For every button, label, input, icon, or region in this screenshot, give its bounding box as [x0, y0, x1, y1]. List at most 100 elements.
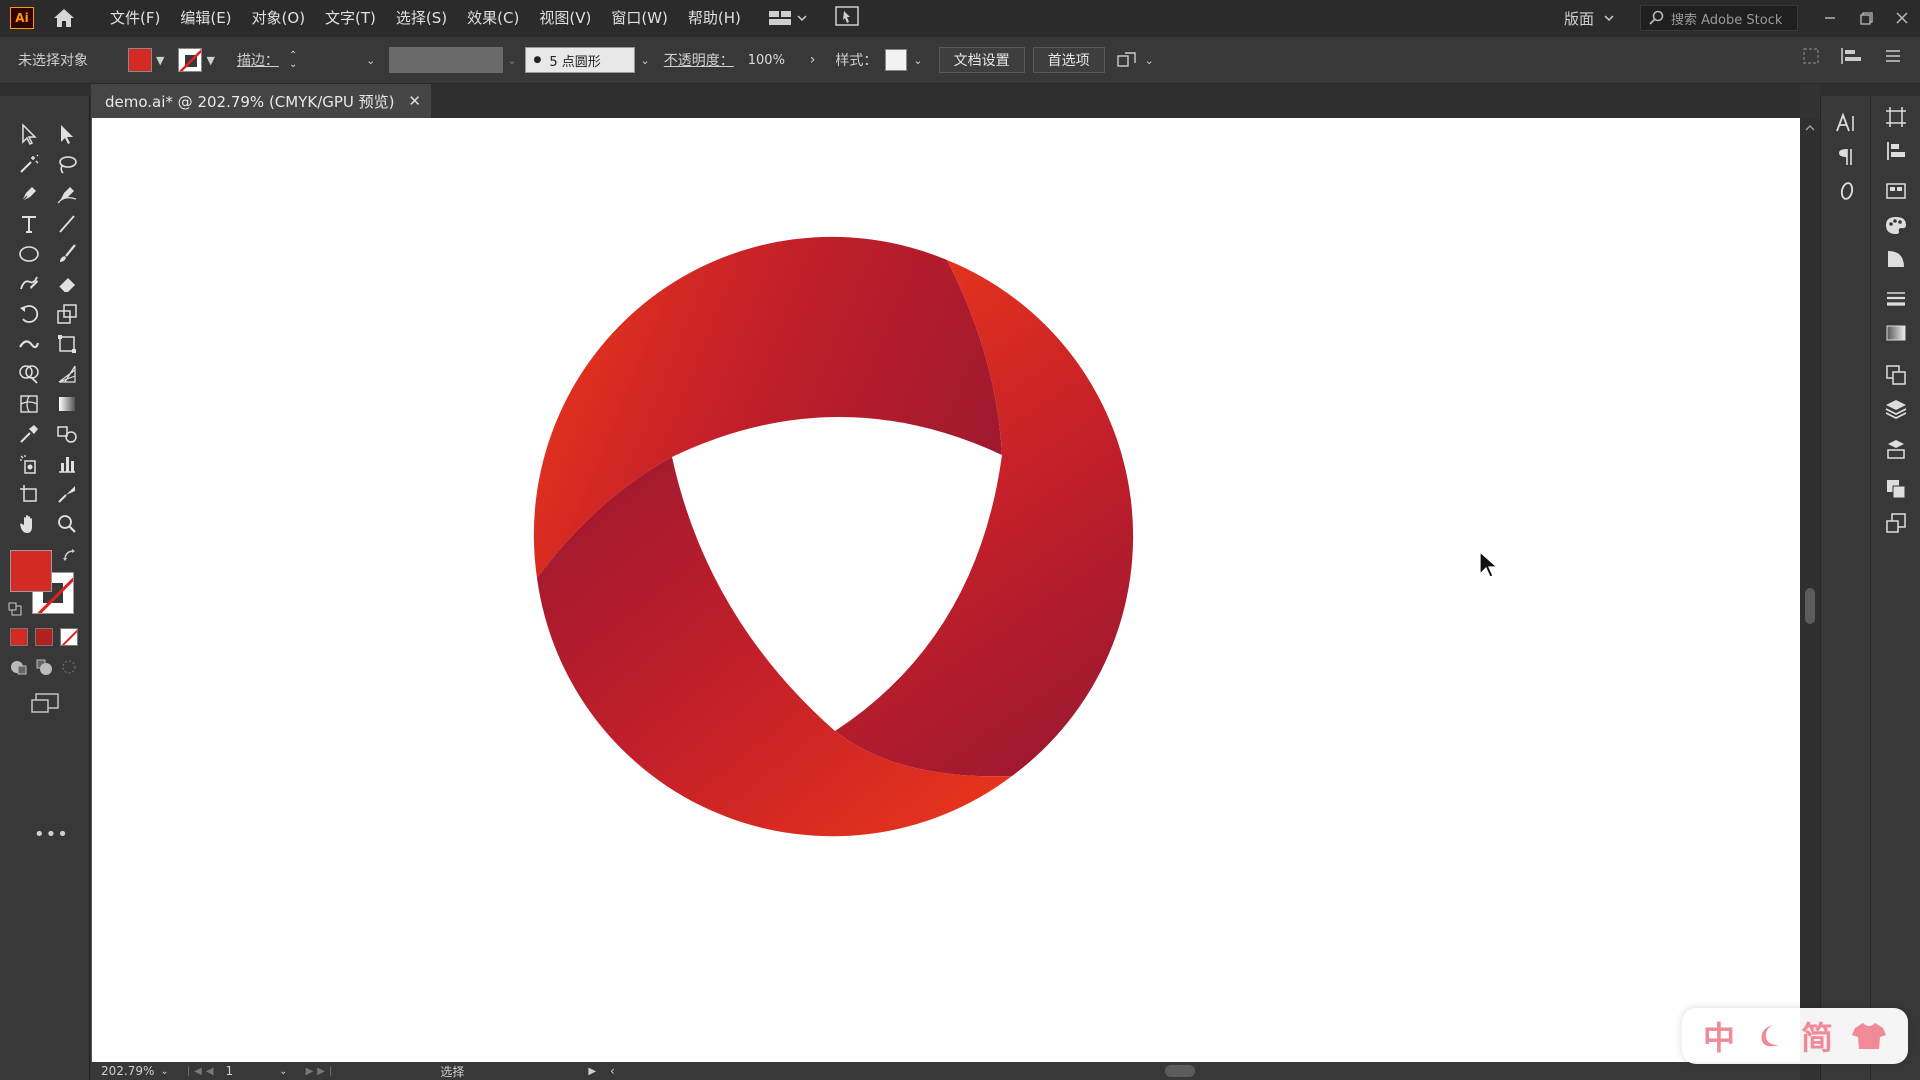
mesh-tool[interactable]: [10, 390, 48, 418]
pen-tool[interactable]: [10, 180, 48, 208]
menu-object[interactable]: 对象(O): [242, 0, 316, 36]
scroll-left-icon[interactable]: ‹: [610, 1064, 615, 1078]
preferences-button[interactable]: 首选项: [1032, 47, 1105, 73]
gradient-tool[interactable]: [48, 390, 86, 418]
libraries-panel-icon[interactable]: [1871, 174, 1920, 208]
gradient-mode-button[interactable]: [35, 628, 53, 646]
shaper-tool[interactable]: [10, 270, 48, 298]
shape-builder-tool[interactable]: [10, 360, 48, 388]
zoom-tool[interactable]: [48, 510, 86, 538]
fill-color-control[interactable]: ▼: [128, 48, 164, 72]
stroke-color-control[interactable]: ▼: [178, 48, 215, 72]
curvature-tool[interactable]: [48, 180, 86, 208]
asset-export-panel-icon[interactable]: [1871, 432, 1920, 466]
perspective-grid-tool[interactable]: [48, 360, 86, 388]
vertical-scroll-thumb[interactable]: [1805, 588, 1815, 624]
screen-mode-icon[interactable]: [30, 692, 60, 718]
artboards-panel-icon[interactable]: [1871, 506, 1920, 540]
opacity-label[interactable]: 不透明度：: [664, 50, 734, 70]
lasso-tool[interactable]: [48, 150, 86, 178]
ring-logo-artwork[interactable]: [92, 118, 1800, 1062]
stroke-weight-stepper[interactable]: ⌃ ⌄: [289, 51, 297, 70]
rotate-tool[interactable]: [10, 300, 48, 328]
default-fill-stroke-icon[interactable]: [8, 602, 22, 616]
panels-collapse-strip[interactable]: [1820, 84, 1920, 96]
status-menu-arrow-icon[interactable]: ▶: [588, 1066, 596, 1077]
close-window-button[interactable]: [1884, 0, 1920, 36]
line-segment-tool[interactable]: [48, 210, 86, 238]
menu-view[interactable]: 视图(V): [529, 0, 601, 36]
first-prev-artboard-icon[interactable]: |◀◀: [187, 1066, 218, 1077]
free-transform-tool[interactable]: [48, 330, 86, 358]
chevron-down-icon[interactable]: ⌄: [279, 1066, 287, 1077]
document-setup-button[interactable]: 文档设置: [938, 47, 1025, 73]
menu-effect[interactable]: 效果(C): [457, 0, 529, 36]
chevron-right-icon[interactable]: ›: [810, 52, 816, 68]
stroke-panel-icon[interactable]: [1871, 282, 1920, 316]
swap-fill-stroke-icon[interactable]: [62, 548, 78, 564]
canvas-area[interactable]: [91, 118, 1800, 1062]
workspace-switcher[interactable]: 版面: [1564, 8, 1614, 29]
arrange-documents-control[interactable]: [768, 10, 807, 26]
horizontal-scroll-thumb[interactable]: [1165, 1065, 1195, 1077]
vertical-scrollbar[interactable]: [1800, 118, 1820, 1062]
width-tool[interactable]: [10, 330, 48, 358]
scroll-up-icon[interactable]: [1805, 124, 1815, 132]
character-panel-icon[interactable]: [1821, 106, 1871, 140]
paragraph-panel-icon[interactable]: [1821, 140, 1871, 174]
restore-button[interactable]: [1848, 0, 1884, 36]
artboard-number[interactable]: 1: [226, 1064, 234, 1078]
menu-select[interactable]: 选择(S): [386, 0, 457, 36]
color-panel-icon[interactable]: [1871, 208, 1920, 242]
fill-color-swatch[interactable]: [10, 550, 52, 592]
quick-actions-control[interactable]: ⌄: [1116, 51, 1154, 69]
tools-collapse-strip[interactable]: [0, 84, 90, 96]
draw-inside-icon[interactable]: [60, 658, 78, 676]
magic-wand-tool[interactable]: [10, 150, 48, 178]
scale-tool[interactable]: [48, 300, 86, 328]
direct-selection-tool[interactable]: [48, 120, 86, 148]
paintbrush-tool[interactable]: [48, 240, 86, 268]
stroke-weight-dropdown[interactable]: ⌄: [305, 47, 375, 73]
menu-type[interactable]: 文字(T): [315, 0, 386, 36]
layers-panel-icon[interactable]: [1871, 392, 1920, 426]
transparency-panel-icon[interactable]: [1871, 358, 1920, 392]
menu-help[interactable]: 帮助(H): [678, 0, 751, 36]
variable-width-profile[interactable]: [389, 47, 504, 73]
opentype-panel-icon[interactable]: [1821, 174, 1871, 208]
edit-toolbar-more-icon[interactable]: •••: [34, 824, 69, 845]
none-mode-button[interactable]: [60, 628, 78, 646]
transform-panel-icon[interactable]: [1871, 100, 1920, 134]
menu-edit[interactable]: 编辑(E): [170, 0, 241, 36]
gradient-panel-icon[interactable]: [1871, 316, 1920, 350]
align-icon[interactable]: [1840, 47, 1864, 65]
slice-tool[interactable]: [48, 480, 86, 508]
menu-window[interactable]: 窗口(W): [601, 0, 678, 36]
next-last-artboard-icon[interactable]: ▶▶|: [306, 1066, 337, 1077]
ellipse-tool[interactable]: [10, 240, 48, 268]
panel-menu-icon[interactable]: [1884, 48, 1902, 64]
stock-search-input[interactable]: 搜索 Adobe Stock: [1640, 5, 1798, 31]
artboard[interactable]: [92, 118, 1800, 1062]
color-mode-button[interactable]: [10, 628, 28, 646]
menu-file[interactable]: 文件(F): [100, 0, 170, 36]
pathfinder-panel-icon[interactable]: [1871, 472, 1920, 506]
zoom-level[interactable]: 202.79%: [101, 1064, 154, 1078]
artboard-tool[interactable]: [10, 480, 48, 508]
stroke-label[interactable]: 描边：: [237, 50, 279, 70]
selection-tool[interactable]: [10, 120, 48, 148]
column-graph-tool[interactable]: [48, 450, 86, 478]
minimize-button[interactable]: [1812, 0, 1848, 36]
symbol-sprayer-tool[interactable]: [10, 450, 48, 478]
chevron-down-icon[interactable]: ⌄: [160, 1066, 168, 1077]
brush-definition-dropdown[interactable]: ● 5 点圆形: [524, 47, 635, 73]
draw-behind-icon[interactable]: [35, 658, 53, 676]
eraser-tool[interactable]: [48, 270, 86, 298]
align-panel-icon[interactable]: [1871, 134, 1920, 168]
hand-tool[interactable]: [10, 510, 48, 538]
opacity-input[interactable]: 100%: [739, 47, 806, 73]
close-tab-icon[interactable]: ✕: [408, 92, 421, 110]
blend-tool[interactable]: [48, 420, 86, 448]
gpu-performance-icon[interactable]: [835, 5, 859, 31]
transform-icon[interactable]: [1802, 47, 1820, 65]
